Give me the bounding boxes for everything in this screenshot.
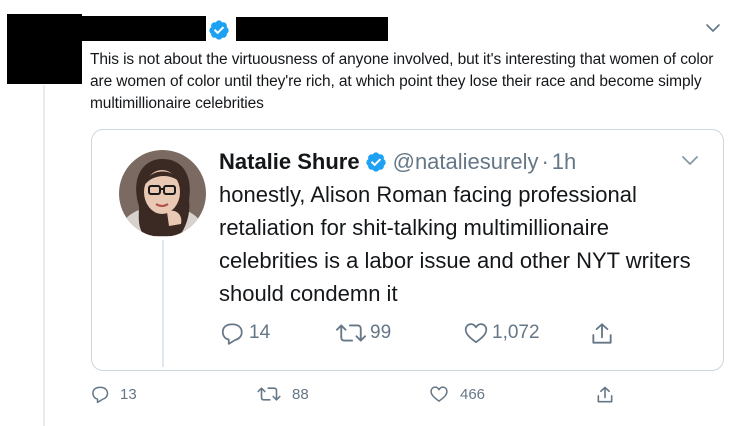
verified-badge-icon bbox=[209, 20, 229, 40]
reply-count: 14 bbox=[249, 322, 271, 343]
chevron-down-icon[interactable] bbox=[705, 22, 721, 34]
redacted-avatar bbox=[7, 14, 82, 84]
redacted-handle bbox=[236, 17, 388, 41]
tweet-text: This is not about the virtuousness of an… bbox=[90, 51, 714, 112]
retweet-count: 99 bbox=[370, 322, 392, 343]
chevron-down-icon[interactable] bbox=[680, 153, 700, 167]
timestamp[interactable]: 1h bbox=[552, 149, 576, 175]
reply-icon bbox=[92, 386, 109, 404]
thread-line bbox=[43, 85, 45, 426]
tweet-actions: 13 88 466 bbox=[90, 384, 730, 410]
quoted-tweet-text: honestly, Alison Roman facing profession… bbox=[219, 182, 691, 306]
retweet-button[interactable]: 99 bbox=[334, 320, 391, 346]
share-button[interactable] bbox=[595, 384, 615, 406]
reply-button[interactable]: 14 bbox=[219, 320, 270, 346]
retweet-icon bbox=[335, 324, 367, 342]
share-button[interactable] bbox=[589, 320, 615, 348]
retweet-button[interactable]: 88 bbox=[256, 384, 309, 404]
like-button[interactable]: 1,072 bbox=[462, 320, 540, 346]
verified-badge-icon bbox=[365, 152, 386, 172]
avatar-photo-icon bbox=[119, 150, 206, 237]
retweet-icon bbox=[257, 387, 281, 401]
quoted-thread-line bbox=[162, 240, 164, 367]
quoted-tweet-header: Natalie Shure @nataliesurely · 1h bbox=[219, 147, 576, 177]
author-handle[interactable]: @nataliesurely bbox=[393, 149, 539, 175]
like-button[interactable]: 466 bbox=[428, 384, 485, 404]
quoted-tweet-card[interactable]: Natalie Shure @nataliesurely · 1h honest… bbox=[91, 129, 724, 371]
avatar[interactable] bbox=[119, 150, 206, 237]
reply-icon bbox=[221, 323, 243, 345]
author-name[interactable]: Natalie Shure bbox=[219, 149, 360, 175]
reply-button[interactable]: 13 bbox=[90, 384, 137, 404]
like-count: 466 bbox=[460, 385, 486, 403]
heart-icon bbox=[430, 386, 448, 402]
separator-dot: · bbox=[541, 149, 549, 174]
share-icon bbox=[597, 386, 613, 403]
reply-count: 13 bbox=[120, 385, 137, 403]
like-count: 1,072 bbox=[492, 322, 540, 343]
redacted-display-name bbox=[82, 16, 206, 41]
quoted-tweet-actions: 14 99 1,072 bbox=[219, 320, 699, 350]
heart-icon bbox=[464, 323, 488, 344]
share-icon bbox=[592, 323, 612, 344]
retweet-count: 88 bbox=[292, 385, 309, 403]
